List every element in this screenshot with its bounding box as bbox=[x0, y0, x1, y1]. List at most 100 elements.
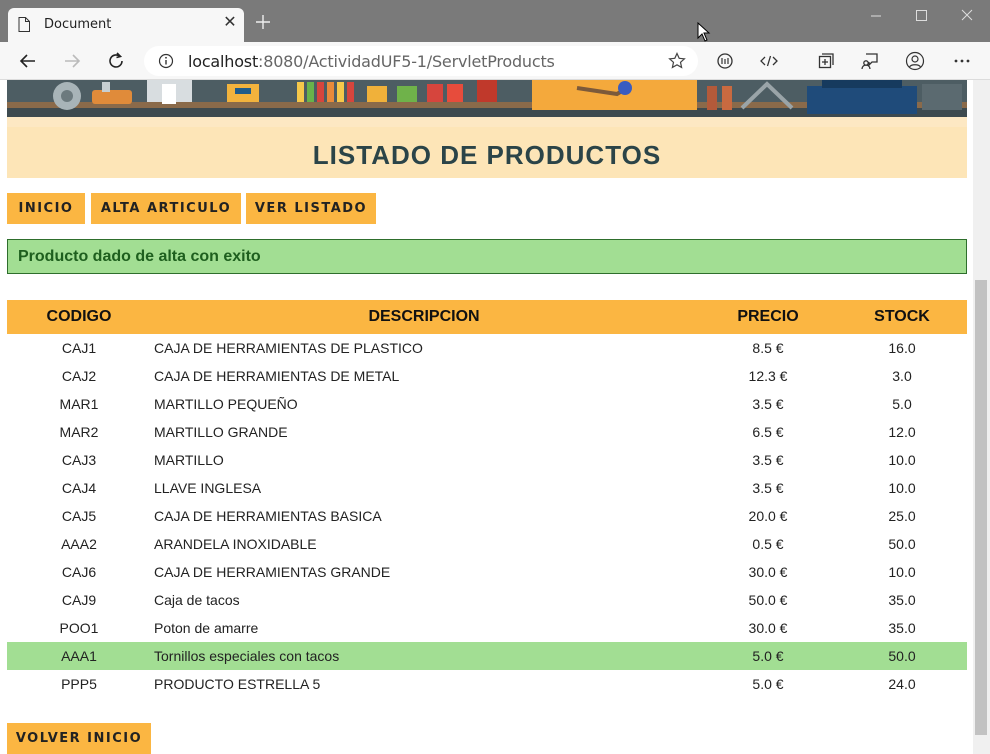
cell-stock: 50.0 bbox=[888, 536, 916, 552]
cell-stock: 25.0 bbox=[888, 508, 916, 524]
cell-descripcion: CAJA DE HERRAMIENTAS DE PLASTICO bbox=[154, 340, 423, 356]
cell-codigo: MAR1 bbox=[59, 396, 99, 412]
table-row: CAJ3 MARTILLO 3.5 € 10.0 bbox=[7, 446, 967, 474]
table-row: AAA1 Tornillos especiales con tacos 5.0 € 5… bbox=[7, 642, 967, 670]
cell-precio: 0.5 € bbox=[752, 536, 784, 552]
cell-precio: 30.0 € bbox=[748, 620, 788, 636]
minimize-icon[interactable] bbox=[866, 6, 886, 26]
table-row: AAA2 ARANDELA INOXIDABLE 0.5 € 50.0 bbox=[7, 530, 967, 558]
vertical-scrollbar[interactable] bbox=[973, 80, 990, 754]
cell-precio: 20.0 € bbox=[748, 508, 788, 524]
document-icon bbox=[18, 17, 30, 32]
collections-icon[interactable] bbox=[816, 51, 836, 71]
page-header: LISTADO DE PRODUCTOS bbox=[7, 117, 967, 178]
cell-descripcion: MARTILLO GRANDE bbox=[154, 424, 288, 440]
browser-tab[interactable]: Document ✕ bbox=[8, 8, 244, 42]
back-arrow-icon[interactable] bbox=[18, 51, 38, 71]
cell-codigo: CAJ6 bbox=[61, 564, 97, 580]
table-row: MAR2 MARTILLO GRANDE 6.5 € 12.0 bbox=[7, 418, 967, 446]
url-host: localhost bbox=[188, 52, 259, 71]
column-header-descripcion: DESCRIPCION bbox=[368, 308, 480, 325]
cell-descripcion: Poton de amarre bbox=[154, 620, 259, 636]
tab-title: Document bbox=[44, 17, 112, 32]
cell-precio: 12.3 € bbox=[748, 368, 788, 384]
column-header-precio: PRECIO bbox=[737, 308, 799, 325]
cell-precio: 3.5 € bbox=[752, 480, 784, 496]
feedback-icon[interactable] bbox=[860, 51, 880, 71]
page-content: LISTADO DE PRODUCTOS INICIO ALTA ARTICUL… bbox=[0, 80, 990, 754]
cell-descripcion: CAJA DE HERRAMIENTAS DE METAL bbox=[154, 368, 400, 384]
address-bar[interactable]: localhost:8080/ActividadUF5-1/ServletPro… bbox=[144, 46, 698, 76]
table-row: CAJ1 CAJA DE HERRAMIENTAS DE PLASTICO 8.5 … bbox=[7, 334, 967, 362]
cell-stock: 50.0 bbox=[888, 648, 916, 664]
developer-tools-icon[interactable] bbox=[759, 51, 779, 71]
cell-precio: 3.5 € bbox=[752, 396, 784, 412]
cell-descripcion: LLAVE INGLESA bbox=[154, 480, 262, 496]
nav-ver-listado-button[interactable]: VER LISTADO bbox=[246, 193, 376, 224]
table-row: CAJ9 Caja de tacos 50.0 € 35.0 bbox=[7, 586, 967, 614]
table-row: CAJ2 CAJA DE HERRAMIENTAS DE METAL 12.3 € 3… bbox=[7, 362, 967, 390]
forward-arrow-icon[interactable] bbox=[62, 51, 82, 71]
cell-codigo: MAR2 bbox=[59, 424, 99, 440]
cell-precio: 5.0 € bbox=[752, 676, 784, 692]
cell-precio: 8.5 € bbox=[752, 340, 784, 356]
cell-descripcion: PRODUCTO ESTRELLA 5 bbox=[154, 676, 321, 692]
table-header-row: CODIGO DESCRIPCION PRECIO STOCK bbox=[7, 300, 967, 334]
cell-codigo: AAA2 bbox=[61, 536, 97, 552]
close-window-icon[interactable] bbox=[957, 6, 977, 26]
cell-descripcion: Caja de tacos bbox=[154, 592, 240, 608]
cell-stock: 35.0 bbox=[888, 620, 916, 636]
cell-codigo: CAJ5 bbox=[61, 508, 97, 524]
url-text: localhost:8080/ActividadUF5-1/ServletPro… bbox=[188, 52, 555, 71]
table-row: CAJ6 CAJA DE HERRAMIENTAS GRANDE 30.0 € 10.… bbox=[7, 558, 967, 586]
profile-avatar-icon[interactable] bbox=[905, 51, 925, 71]
cell-stock: 24.0 bbox=[888, 676, 916, 692]
site-info-icon[interactable] bbox=[158, 53, 174, 69]
column-header-codigo: CODIGO bbox=[46, 308, 112, 325]
url-path: :8080/ActividadUF5-1/ServletProducts bbox=[258, 52, 555, 71]
table-row: CAJ4 LLAVE INGLESA 3.5 € 10.0 bbox=[7, 474, 967, 502]
column-header-stock: STOCK bbox=[874, 308, 930, 325]
success-alert-text: Producto dado de alta con exito bbox=[18, 248, 261, 265]
immersive-reader-icon[interactable] bbox=[715, 51, 735, 71]
products-table: CODIGO DESCRIPCION PRECIO STOCK CAJ1 CAJA… bbox=[7, 300, 967, 698]
table-row: CAJ5 CAJA DE HERRAMIENTAS BASICA 20.0 € 25.… bbox=[7, 502, 967, 530]
page-title: LISTADO DE PRODUCTOS bbox=[312, 140, 662, 170]
cell-codigo: POO1 bbox=[59, 620, 99, 636]
table-row: MAR1 MARTILLO PEQUEÑO 3.5 € 5.0 bbox=[7, 390, 967, 418]
more-menu-icon[interactable] bbox=[952, 51, 972, 71]
nav-alta-articulo-button[interactable]: ALTA ARTICULO bbox=[91, 193, 241, 224]
cell-descripcion: ARANDELA INOXIDABLE bbox=[154, 536, 317, 552]
cell-stock: 35.0 bbox=[888, 592, 916, 608]
table-body: CAJ1 CAJA DE HERRAMIENTAS DE PLASTICO 8.5 … bbox=[7, 334, 967, 698]
nav-inicio-button[interactable]: INICIO bbox=[7, 193, 85, 224]
cell-precio: 50.0 € bbox=[748, 592, 788, 608]
table-row: POO1 Poton de amarre 30.0 € 35.0 bbox=[7, 614, 967, 642]
cell-descripcion: CAJA DE HERRAMIENTAS BASICA bbox=[154, 508, 382, 524]
cell-precio: 6.5 € bbox=[752, 424, 784, 440]
cell-stock: 5.0 bbox=[892, 396, 912, 412]
maximize-icon[interactable] bbox=[911, 6, 931, 26]
cell-codigo: CAJ4 bbox=[61, 480, 97, 496]
cell-stock: 16.0 bbox=[888, 340, 916, 356]
cell-codigo: CAJ3 bbox=[61, 452, 97, 468]
browser-toolbar: localhost:8080/ActividadUF5-1/ServletPro… bbox=[0, 42, 990, 80]
new-tab-icon[interactable] bbox=[254, 13, 272, 31]
cell-codigo: CAJ2 bbox=[61, 368, 97, 384]
browser-titlebar: Document ✕ bbox=[0, 0, 990, 42]
cell-codigo: PPP5 bbox=[61, 676, 97, 692]
cell-stock: 10.0 bbox=[888, 564, 916, 580]
favorite-star-icon[interactable] bbox=[668, 52, 686, 70]
cell-codigo: CAJ1 bbox=[61, 340, 97, 356]
cell-descripcion: CAJA DE HERRAMIENTAS GRANDE bbox=[154, 564, 391, 580]
success-alert: Producto dado de alta con exito bbox=[7, 239, 967, 274]
cell-codigo: AAA1 bbox=[61, 648, 97, 664]
volver-inicio-button[interactable]: VOLVER INICIO bbox=[7, 723, 151, 754]
cell-codigo: CAJ9 bbox=[61, 592, 97, 608]
scrollbar-thumb[interactable] bbox=[975, 280, 987, 735]
cell-stock: 12.0 bbox=[888, 424, 916, 440]
reload-icon[interactable] bbox=[106, 51, 126, 71]
cell-precio: 30.0 € bbox=[748, 564, 788, 580]
cell-precio: 3.5 € bbox=[752, 452, 784, 468]
tab-close-icon[interactable]: ✕ bbox=[222, 15, 238, 31]
